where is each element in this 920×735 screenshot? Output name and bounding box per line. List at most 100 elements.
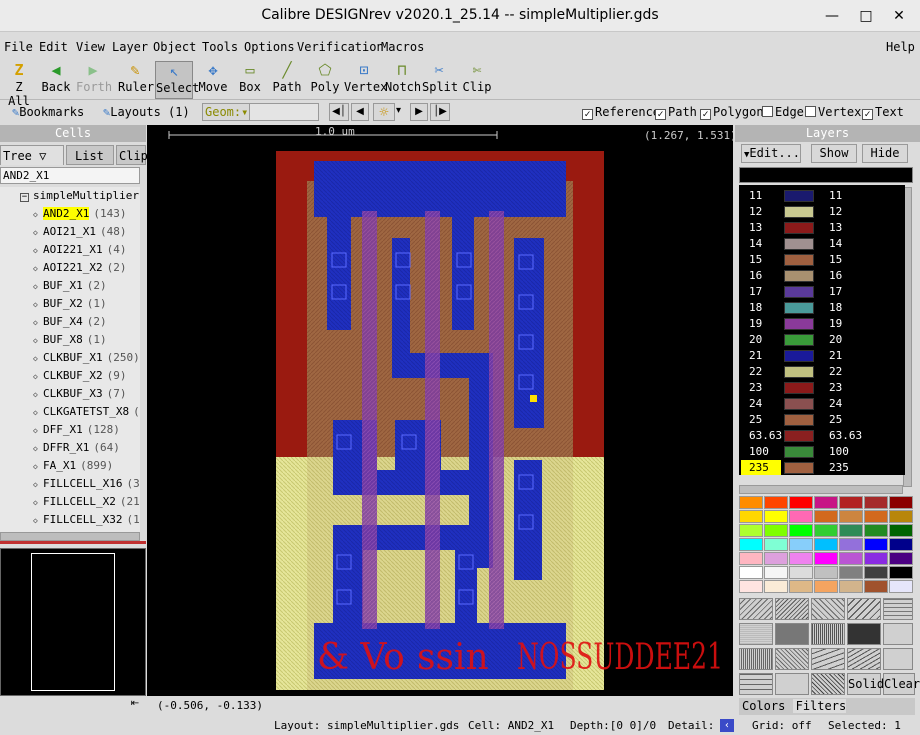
cells-horizontal-scrollbar[interactable] (0, 532, 140, 541)
cell-tree-item[interactable]: ◇ CLKBUF_X2 (9) (0, 367, 126, 385)
first-page-icon[interactable]: ◀│ (329, 103, 349, 121)
detail-icon[interactable]: ‹ (720, 719, 734, 732)
text-checkbox[interactable]: ✓ (862, 109, 873, 120)
cell-tree-item[interactable]: ◇ AND2_X1 (143) (0, 205, 126, 223)
ruler-button[interactable]: ✎ Ruler (118, 61, 154, 99)
palette-color-swatch[interactable] (889, 496, 913, 509)
palette-color-swatch[interactable] (889, 538, 913, 551)
menu-edit[interactable]: Edit (39, 40, 68, 54)
palette-color-swatch[interactable] (839, 538, 863, 551)
cell-tree-item[interactable]: ◇ AOI21_X1 (48) (0, 223, 126, 241)
palette-color-swatch[interactable] (889, 566, 913, 579)
layer-row[interactable]: 11 11 (739, 188, 905, 204)
back-button[interactable]: ◀ Back (40, 61, 72, 99)
cell-tree-item[interactable]: ◇ DFFR_X1 (64) (0, 439, 120, 457)
path-button[interactable]: ╱ Path (272, 61, 302, 99)
palette-color-swatch[interactable] (739, 552, 763, 565)
tab-clip[interactable]: Clip (116, 145, 148, 165)
layer-swatch[interactable] (784, 190, 814, 202)
layout-drawing[interactable]: 1.0 um (1.267, 1.531) & Vo ssin NOSSUDDE… (147, 125, 733, 696)
palette-color-swatch[interactable] (789, 580, 813, 593)
palette-color-swatch[interactable] (739, 510, 763, 523)
tab-tree[interactable]: Tree ▽ (0, 145, 64, 165)
palette-color-swatch[interactable] (889, 524, 913, 537)
layers-show-button[interactable]: Show (811, 144, 857, 163)
pattern-wave[interactable] (883, 598, 913, 620)
pattern-dots-2[interactable] (811, 623, 845, 645)
layer-swatch[interactable] (784, 414, 814, 426)
palette-color-swatch[interactable] (864, 538, 888, 551)
overview-map[interactable] (0, 548, 146, 696)
clip-button[interactable]: ✄ Clip (462, 61, 492, 99)
layer-row[interactable]: 24 24 (739, 396, 905, 412)
layer-row[interactable]: 14 14 (739, 236, 905, 252)
filter-vertex[interactable]: Vertex (805, 105, 861, 119)
palette-color-swatch[interactable] (764, 538, 788, 551)
layer-row[interactable]: 17 17 (739, 284, 905, 300)
pattern-diag-3[interactable] (811, 598, 845, 620)
layer-row[interactable]: 12 12 (739, 204, 905, 220)
layer-row[interactable]: 25 25 (739, 412, 905, 428)
next-page-icon[interactable]: ▶ (410, 103, 428, 121)
palette-color-swatch[interactable] (839, 510, 863, 523)
pattern-vlines[interactable] (739, 648, 773, 670)
palette-color-swatch[interactable] (789, 566, 813, 579)
edge-checkbox[interactable] (762, 106, 773, 117)
pattern-triangles[interactable] (883, 623, 913, 645)
palette-color-swatch[interactable] (764, 496, 788, 509)
path-checkbox[interactable]: ✓ (655, 109, 666, 120)
palette-color-swatch[interactable] (789, 510, 813, 523)
poly-gate-3[interactable] (489, 211, 504, 629)
layer-swatch[interactable] (784, 446, 814, 458)
layer-swatch[interactable] (784, 318, 814, 330)
palette-color-swatch[interactable] (789, 496, 813, 509)
reference-checkbox[interactable]: ✓ (582, 109, 593, 120)
overview-toggle-icon[interactable]: ⇤ (128, 698, 142, 712)
forth-button[interactable]: ▶ Forth (76, 61, 112, 99)
pattern-slant[interactable] (811, 648, 845, 670)
filter-path[interactable]: ✓ Path (655, 105, 697, 120)
menu-options[interactable]: Options (244, 40, 295, 54)
layer-row[interactable]: 63.63 63.63 (739, 428, 905, 444)
collapse-icon[interactable]: − (20, 193, 29, 202)
poly-gate-2[interactable] (425, 211, 440, 629)
tab-colors[interactable]: Colors (739, 699, 785, 713)
palette-color-swatch[interactable] (864, 510, 888, 523)
zoom-all-button[interactable]: ZZ All (4, 61, 34, 108)
pattern-dots-1[interactable] (739, 623, 773, 645)
menu-object[interactable]: Object (153, 40, 196, 54)
metal-top-bar[interactable] (314, 161, 566, 217)
layer-swatch[interactable] (784, 462, 814, 474)
filter-edge[interactable]: Edge (762, 105, 804, 119)
layer-row[interactable]: 18 18 (739, 300, 905, 316)
menu-view[interactable]: View (76, 40, 105, 54)
layer-row[interactable]: 235 235 (739, 460, 905, 475)
vertex-button[interactable]: ⊡ Vertex (344, 61, 387, 99)
layer-row[interactable]: 20 20 (739, 332, 905, 348)
cell-tree-item[interactable]: ◇ FILLCELL_X2 (21 (0, 493, 140, 511)
layer-swatch[interactable] (784, 382, 814, 394)
pattern-plus[interactable] (883, 648, 913, 670)
pattern-dense[interactable] (847, 623, 881, 645)
pattern-diag-1[interactable] (739, 598, 773, 620)
tab-list[interactable]: List (66, 145, 114, 165)
layer-row[interactable]: 23 23 (739, 380, 905, 396)
palette-color-swatch[interactable] (864, 552, 888, 565)
palette-color-swatch[interactable] (814, 496, 838, 509)
overview-viewport[interactable] (31, 553, 115, 691)
split-button[interactable]: ✂ Split (422, 61, 458, 99)
cell-tree-item[interactable]: ◇ BUF_X4 (2) (0, 313, 107, 331)
layer-swatch[interactable] (784, 222, 814, 234)
pattern-circles[interactable] (775, 673, 809, 695)
palette-color-swatch[interactable] (839, 524, 863, 537)
brightness-icon[interactable]: ☼ (373, 103, 395, 121)
layer-row[interactable]: 13 13 (739, 220, 905, 236)
palette-color-swatch[interactable] (739, 524, 763, 537)
cell-tree-item[interactable]: ◇ CLKBUF_X1 (250) (0, 349, 140, 367)
poly-gate-1[interactable] (362, 211, 377, 629)
layout-canvas[interactable]: 1.0 um (1.267, 1.531) & Vo ssin NOSSUDDE… (147, 125, 733, 696)
clear-button[interactable]: Clear (883, 673, 920, 695)
layers-hide-button[interactable]: Hide (862, 144, 908, 163)
palette-color-swatch[interactable] (764, 580, 788, 593)
cell-tree-item[interactable]: ◇ BUF_X1 (2) (0, 277, 107, 295)
